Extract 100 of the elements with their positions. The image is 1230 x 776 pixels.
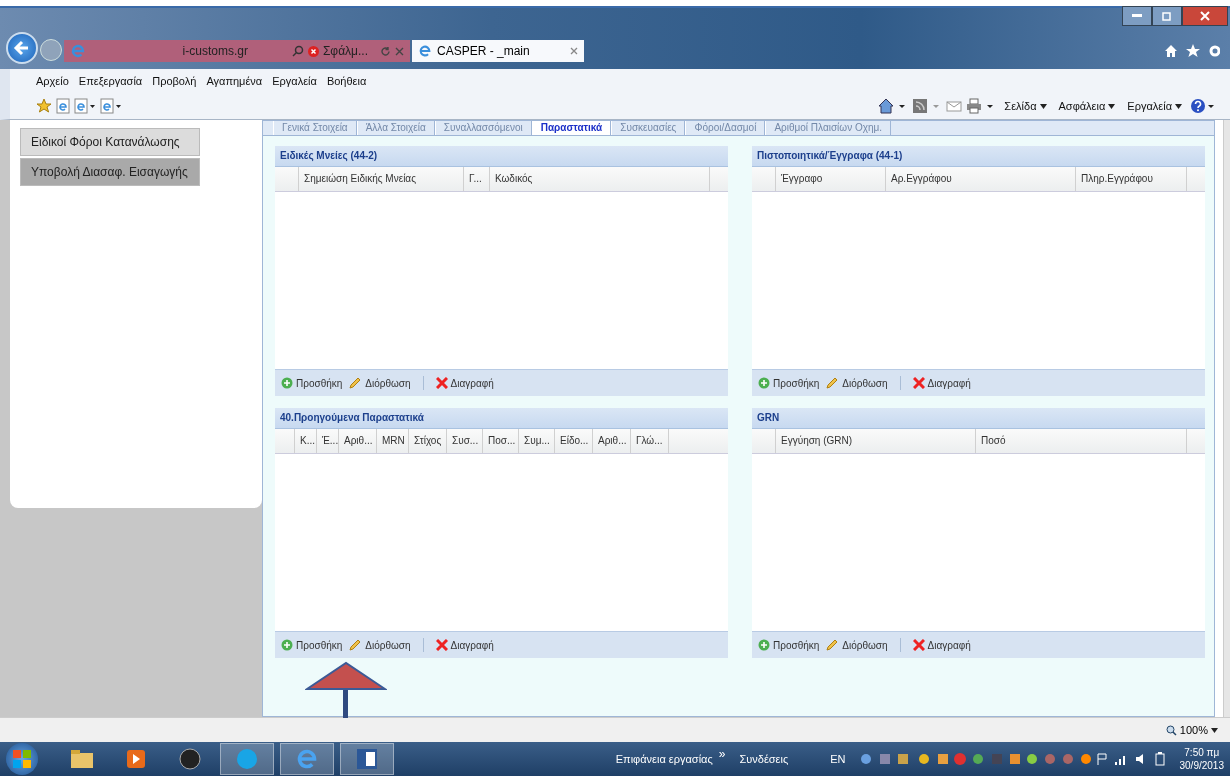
sidebar-item[interactable]: Ειδικοί Φόροι Κατανάλωσης [20,128,200,156]
column-header[interactable]: Κ... [295,429,317,453]
column-header[interactable]: Έ... [317,429,339,453]
clock-date[interactable]: 30/9/2013 [1179,759,1224,772]
browser-logo-icon [70,43,86,59]
toolbar-button[interactable]: Προσθήκη [281,377,343,389]
delete-icon [912,639,925,651]
error-icon [307,45,319,57]
scrollbar[interactable] [1223,120,1230,717]
delete-icon [435,639,448,651]
browser-tab[interactable]: CASPER - _main [412,40,584,62]
column-header[interactable]: MRN [377,429,409,453]
start-button[interactable] [6,743,38,775]
plus-icon [758,639,770,651]
column-header[interactable]: Γλώ... [631,429,669,453]
command-menu[interactable]: Ασφάλεια [1058,100,1116,112]
toolbar-button[interactable]: Διόρθωση [825,376,888,390]
delete-icon [435,377,448,389]
document-app-icon[interactable] [340,743,394,775]
column-header[interactable]: Στίχος [409,429,447,453]
caret-icon [1175,103,1182,109]
close-button[interactable] [1182,6,1228,26]
command-menu[interactable]: Σελίδα [1004,100,1047,112]
column-header[interactable]: Αρ.Εγγράφου [886,167,1076,191]
chevron-button[interactable]: » [718,747,726,761]
menu-item[interactable]: Αγαπημένα [206,75,263,87]
pencil-icon [825,376,840,390]
forward-button[interactable] [40,39,62,61]
column-header[interactable]: Ποσό [976,429,1187,453]
address-field[interactable]: i-customs.gr [90,44,288,58]
pencil-icon [825,638,840,652]
column-header[interactable]: Πληρ.Εγγράφου [1076,167,1187,191]
toolbar-button[interactable]: Διαγραφή [912,639,971,651]
column-header[interactable]: Γ... [464,167,490,191]
panel-title: 40.Προηγούμενα Παραστατικά [275,408,728,429]
close-icon[interactable] [570,47,578,55]
restore-button[interactable] [1152,6,1182,26]
column-header[interactable]: Αριθ... [339,429,377,453]
menu-item[interactable]: Βοήθεια [326,75,367,87]
desktop-toolbar[interactable]: Επιφάνεια εργασίας [615,753,713,765]
home-icon[interactable] [1164,44,1178,58]
plus-icon [758,377,770,389]
column-header[interactable]: Συσ... [447,429,483,453]
connections-toolbar[interactable]: Συνδέσεις [739,753,789,765]
pencil-icon [348,638,363,652]
toolbar-button[interactable]: Διόρθωση [348,376,411,390]
error-tab-label[interactable]: Σφάλμ... [322,44,368,58]
plus-icon [281,639,293,651]
plus-icon [281,377,293,389]
toolbar-button[interactable]: Διαγραφή [912,377,971,389]
column-header[interactable]: Έγγραφο [776,167,886,191]
caret-icon [1211,727,1218,733]
column-header[interactable]: Εγγύηση (GRN) [776,429,976,453]
toolbar-button[interactable]: Προσθήκη [758,377,820,389]
tab-title: CASPER - _main [437,44,530,58]
page-dropdown-icon[interactable] [100,98,122,114]
chat-app-icon[interactable] [220,743,274,775]
caret-icon [1108,103,1116,109]
column-header[interactable]: Σημειώση Ειδικής Μνείας [299,167,464,191]
toolbar-button[interactable]: Προσθήκη [758,639,820,651]
page-icon[interactable] [56,98,70,114]
menu-item[interactable]: Αρχείο [36,75,69,87]
favorites-star-icon[interactable] [36,98,52,114]
toolbar-button[interactable]: Διαγραφή [435,639,494,651]
column-header[interactable]: Αριθ... [593,429,631,453]
menu-item[interactable]: Προβολή [152,75,197,87]
zoom-level[interactable]: 100% [1165,724,1218,736]
help-dropdown-icon[interactable] [1190,98,1216,114]
close-icon[interactable] [395,46,404,56]
page-dropdown-icon[interactable] [74,98,96,114]
menu-item[interactable]: Επεξεργασία [78,75,143,87]
settings-icon[interactable] [1208,44,1220,58]
column-header[interactable]: Συμ... [519,429,555,453]
pencil-icon [348,376,363,390]
menu-item[interactable]: Εργαλεία [272,75,317,87]
column-header[interactable]: Κωδικός [490,167,710,191]
browser-logo-icon [418,44,432,58]
refresh-icon[interactable] [380,45,391,57]
clock-time[interactable]: 7:50 πμ [1184,746,1220,759]
star-icon[interactable] [1186,44,1200,58]
mail-icon[interactable] [946,98,963,114]
battery-icon[interactable] [1153,752,1166,766]
minimize-button[interactable] [1122,6,1152,26]
restore-icon [1162,11,1172,21]
delete-icon [912,377,925,389]
column-header[interactable]: Ποσ... [483,429,519,453]
command-menu[interactable]: Εργαλεία [1127,100,1182,112]
back-button[interactable] [6,32,38,64]
toolbar-button[interactable]: Διαγραφή [435,377,494,389]
language-indicator[interactable]: EN [830,753,846,765]
magnifier-icon [1165,724,1177,736]
browser-logo-icon[interactable] [280,743,334,775]
sidebar-item[interactable]: Υποβολή Διασαφ. Εισαγωγής [20,158,200,186]
panel-title: GRN [752,408,1205,429]
minimize-icon [1132,14,1142,18]
toolbar-button[interactable]: Διόρθωση [825,638,888,652]
column-header[interactable]: Είδο... [555,429,593,453]
tab[interactable]: Παραστατικά [531,121,612,135]
toolbar-button[interactable]: Διόρθωση [348,638,411,652]
toolbar-button[interactable]: Προσθήκη [281,639,343,651]
